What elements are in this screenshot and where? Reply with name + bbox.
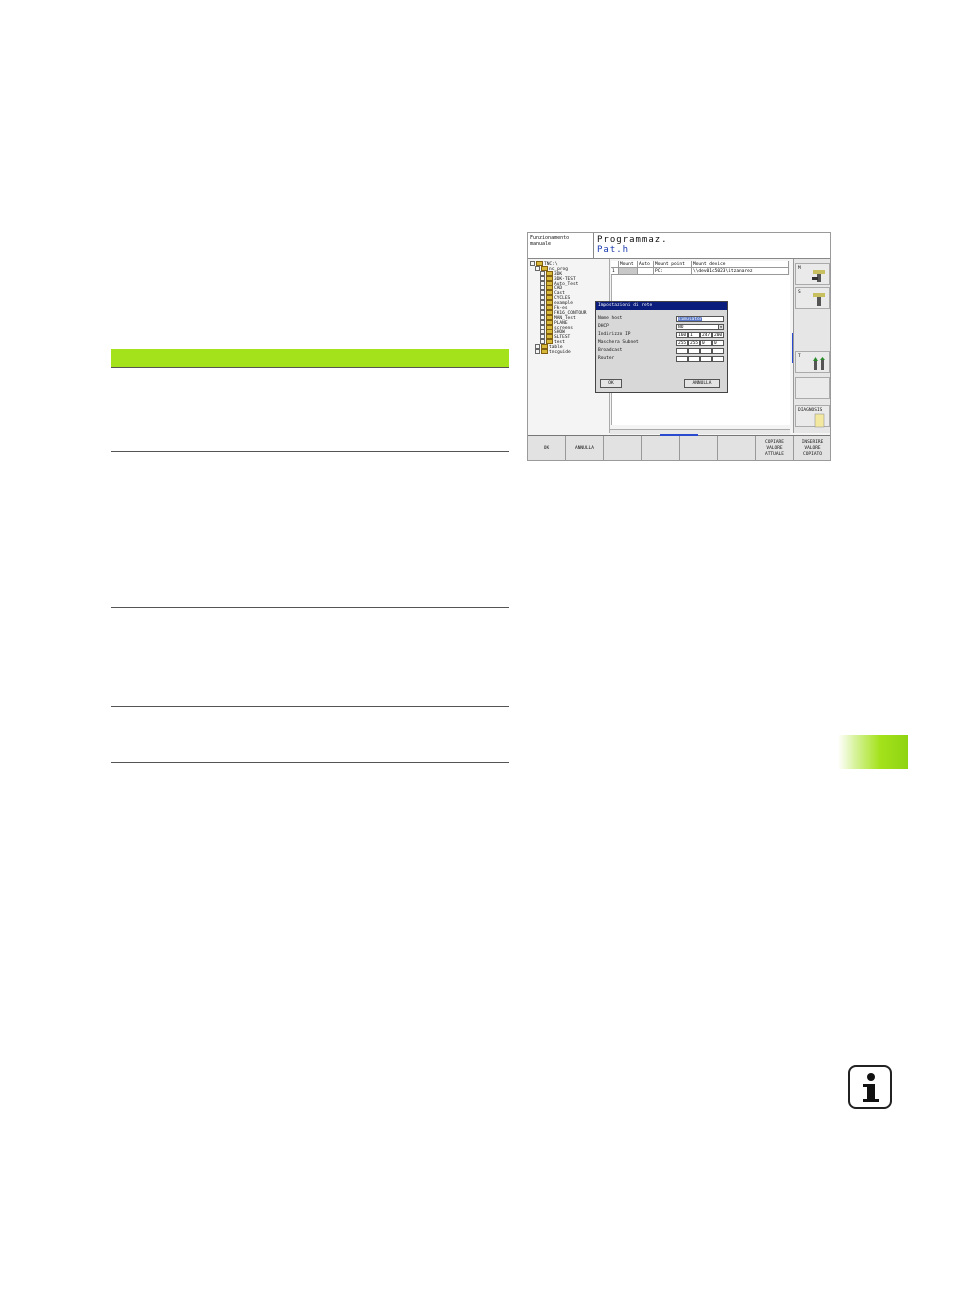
tool-icon (813, 293, 825, 306)
softkey-t[interactable]: T (795, 351, 830, 373)
ip-octet-4[interactable]: 200 (712, 332, 724, 338)
softkey-s-label: S (798, 290, 801, 295)
table-rule (111, 762, 509, 763)
column-header: Mount device (692, 261, 789, 268)
mode-line2: manuale (530, 241, 552, 247)
table-rule (111, 367, 509, 368)
table-rule (111, 706, 509, 707)
tnc-screen: Funzionamento manuale Programmaz. Pat.h … (527, 232, 831, 461)
table-row[interactable]: 1 PC: \\dev01c5023\itzanarez (611, 268, 789, 275)
router-octet-2[interactable] (688, 356, 700, 362)
chapter-tab (838, 735, 908, 769)
dhcp-label: DHCP (598, 324, 609, 329)
column-header (611, 261, 619, 268)
table-cell: 1 (611, 268, 619, 275)
softkey-copy-value[interactable]: COPIARE VALORE ATTUALE (756, 436, 794, 460)
horizontal-scrollbar[interactable] (610, 429, 790, 434)
softkey-m[interactable]: M (795, 263, 830, 285)
router-octet-1[interactable] (676, 356, 688, 362)
network-settings-dialog: Impostazioni di rete Nome host simulator… (595, 301, 728, 393)
column-header: Mount point (654, 261, 692, 268)
tree-item-label: tncguide (549, 350, 571, 356)
program-header: Programmaz. Pat.h (594, 233, 830, 259)
host-value: simulator (678, 317, 703, 322)
table-rule (111, 451, 509, 452)
softkey-empty[interactable] (680, 436, 718, 460)
softkey-ok[interactable]: OK (528, 436, 566, 460)
subnet-label: Maschera Subnet (598, 340, 639, 345)
broadcast-label: Broadcast (598, 348, 623, 353)
softkey-empty[interactable] (604, 436, 642, 460)
router-label: Router (598, 356, 615, 361)
ip-octet-2[interactable]: 1 (688, 332, 700, 338)
broadcast-octet-4[interactable] (712, 348, 724, 354)
subnet-octet-4[interactable]: 0 (712, 340, 724, 346)
table-header: Mount Auto Mount point Mount device (611, 261, 789, 268)
subnet-octet-2[interactable]: 255 (688, 340, 700, 346)
table-cell[interactable]: PC: (654, 268, 692, 275)
program-name: Pat.h (597, 245, 630, 255)
table-cell[interactable] (638, 268, 654, 275)
column-header: Mount (619, 261, 638, 268)
router-octet-4[interactable] (712, 356, 724, 362)
ip-octet-1[interactable]: 160 (676, 332, 688, 338)
softkey-empty[interactable] (795, 377, 830, 399)
subnet-octet-1[interactable]: 255 (676, 340, 688, 346)
column-header: Auto (638, 261, 654, 268)
dialog-cancel-button[interactable]: ANNULLA (684, 379, 720, 388)
spindle-icon (812, 270, 825, 282)
tool-change-icon (813, 357, 825, 370)
table-rule (111, 607, 509, 608)
info-icon (848, 1065, 892, 1109)
softkey-paste-value[interactable]: INSERIRE VALORE COPIATO (794, 436, 830, 460)
broadcast-octet-2[interactable] (688, 348, 700, 354)
softkey-level-indicator (660, 434, 698, 436)
ip-label: Indirizzo IP (598, 332, 631, 337)
softkey-cancel[interactable]: ANNULLA (566, 436, 604, 460)
folder-icon (541, 349, 548, 355)
operating-mode: Funzionamento manuale (528, 233, 594, 259)
broadcast-octet-1[interactable] (676, 348, 688, 354)
dialog-ok-button[interactable]: OK (600, 379, 622, 388)
chevron-down-icon[interactable]: ▼ (718, 325, 723, 329)
softkey-s[interactable]: S (795, 287, 830, 309)
host-label: Nome host (598, 316, 623, 321)
broadcast-octet-3[interactable] (700, 348, 712, 354)
dhcp-select[interactable]: NO ▼ (676, 324, 724, 330)
softkey-t-label: T (798, 354, 801, 359)
diagnosis-icon (814, 413, 825, 428)
softkey-empty[interactable] (718, 436, 756, 460)
table-cell[interactable] (619, 268, 638, 275)
dialog-title: Impostazioni di rete (596, 302, 727, 310)
page-title: Programmaz. (597, 235, 668, 245)
router-octet-3[interactable] (700, 356, 712, 362)
softkey-m-label: M (798, 266, 801, 271)
right-softkey-bar: M S T DIAGNOSIS (793, 259, 830, 433)
subnet-octet-3[interactable]: 0 (700, 340, 712, 346)
softkey-empty[interactable] (642, 436, 680, 460)
section-header-bar (111, 349, 509, 367)
expand-icon[interactable] (535, 349, 540, 355)
host-name-input[interactable]: simulator (676, 316, 724, 322)
bottom-softkey-bar: OK ANNULLA COPIARE VALORE ATTUALE INSERI… (528, 435, 830, 460)
softkey-diagnosis[interactable]: DIAGNOSIS (795, 405, 830, 428)
ip-octet-3[interactable]: 247 (700, 332, 712, 338)
dhcp-value: NO (678, 325, 684, 330)
table-cell[interactable]: \\dev01c5023\itzanarez (692, 268, 789, 275)
